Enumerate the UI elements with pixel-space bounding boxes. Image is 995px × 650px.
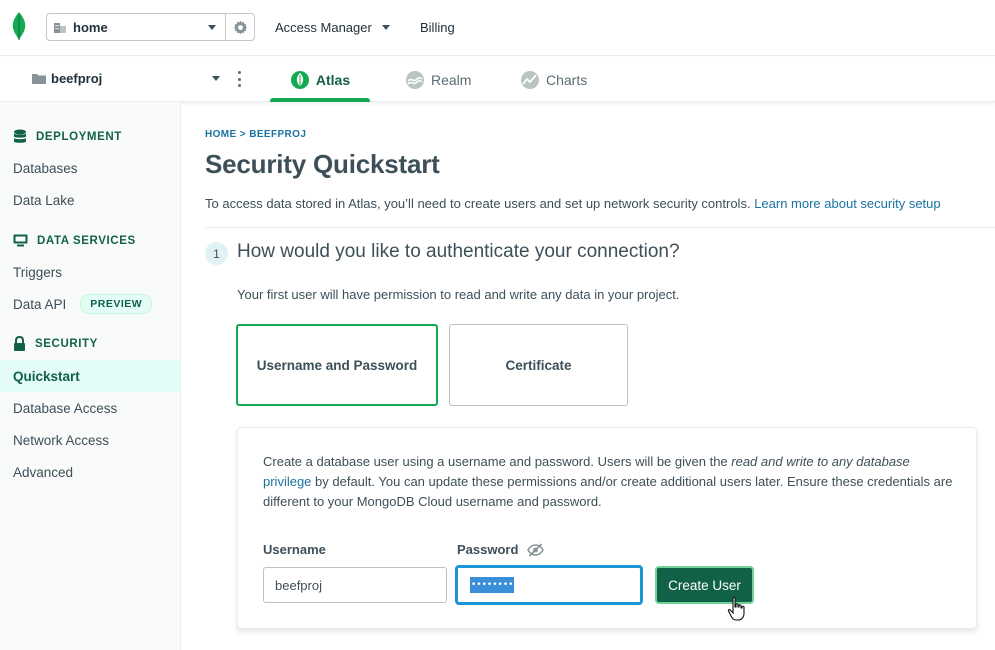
intro-text: To access data stored in Atlas, you’ll n… bbox=[205, 196, 941, 211]
sidebar-item-label: Data API bbox=[13, 296, 67, 312]
sidebar-item-label: Data Lake bbox=[13, 192, 75, 208]
card-description: Create a database user using a username … bbox=[263, 452, 963, 512]
project-select[interactable]: beefproj bbox=[32, 71, 220, 86]
tab-realm[interactable]: Realm bbox=[405, 57, 471, 102]
organization-select[interactable]: home bbox=[46, 13, 226, 41]
sidebar-item-databases[interactable]: Databases bbox=[0, 152, 180, 184]
sidebar: DEPLOYMENT Databases Data Lake DATA SERV… bbox=[0, 102, 181, 650]
chevron-down-icon bbox=[208, 24, 216, 30]
step-subtext: Your first user will have permission to … bbox=[237, 287, 680, 302]
username-label: Username bbox=[263, 542, 326, 557]
sidebar-item-label: Network Access bbox=[13, 432, 110, 448]
sidebar-section-deployment: DEPLOYMENT bbox=[13, 129, 122, 145]
auth-option-label: Certificate bbox=[505, 357, 572, 373]
password-label: Password bbox=[457, 542, 545, 557]
auth-option-certificate[interactable]: Certificate bbox=[449, 324, 628, 406]
lock-icon bbox=[14, 336, 25, 351]
card-text-emphasis: read and write to any database bbox=[731, 454, 910, 469]
access-manager-menu[interactable]: Access Manager bbox=[275, 20, 390, 35]
username-field[interactable] bbox=[263, 567, 447, 603]
card-text-part: by default. You can update these permiss… bbox=[263, 474, 953, 509]
section-title: DEPLOYMENT bbox=[36, 131, 122, 143]
auth-option-username-password[interactable]: Username and Password bbox=[236, 324, 438, 406]
charts-icon bbox=[521, 70, 539, 89]
sidebar-item-triggers[interactable]: Triggers bbox=[0, 256, 180, 288]
building-icon bbox=[54, 23, 66, 33]
sidebar-item-advanced[interactable]: Advanced bbox=[0, 456, 180, 488]
sidebar-item-label: Triggers bbox=[13, 264, 63, 280]
project-options-icon[interactable] bbox=[238, 71, 242, 87]
sidebar-section-data-services: DATA SERVICES bbox=[13, 234, 136, 247]
password-label-text: Password bbox=[457, 542, 519, 557]
tab-charts-label: Charts bbox=[546, 71, 588, 88]
breadcrumb[interactable]: HOME > BEEFPROJ bbox=[205, 129, 306, 140]
hand-cursor-icon bbox=[727, 596, 745, 621]
section-title: SECURITY bbox=[35, 338, 98, 350]
tab-charts[interactable]: Charts bbox=[520, 57, 587, 102]
sidebar-item-label: Databases bbox=[13, 160, 78, 176]
services-icon bbox=[13, 234, 28, 247]
access-manager-label: Access Manager bbox=[275, 20, 372, 35]
eye-slash-icon[interactable] bbox=[527, 542, 545, 557]
divider bbox=[205, 227, 995, 228]
project-name: beefproj bbox=[51, 71, 103, 86]
chevron-down-icon bbox=[381, 25, 390, 30]
top-bar: home Access Manager Billing bbox=[0, 0, 995, 56]
section-title: DATA SERVICES bbox=[37, 234, 136, 247]
sidebar-item-data-api[interactable]: Data API PREVIEW bbox=[0, 288, 180, 320]
auth-option-label: Username and Password bbox=[256, 357, 418, 373]
billing-link[interactable]: Billing bbox=[420, 20, 455, 35]
step-question: How would you like to authenticate your … bbox=[237, 241, 680, 262]
realm-icon bbox=[406, 70, 424, 89]
sidebar-item-label: Database Access bbox=[13, 400, 118, 416]
password-field[interactable]: •••••••• bbox=[455, 565, 643, 605]
step-number-badge: 1 bbox=[205, 242, 228, 265]
organization-settings-button[interactable] bbox=[225, 13, 255, 41]
sidebar-item-label: Advanced bbox=[13, 464, 74, 480]
sidebar-item-quickstart[interactable]: Quickstart bbox=[0, 360, 180, 392]
card-text-part: Create a database user using a username … bbox=[263, 454, 732, 469]
sidebar-item-database-access[interactable]: Database Access bbox=[0, 392, 180, 424]
sidebar-item-data-lake[interactable]: Data Lake bbox=[0, 184, 180, 216]
database-icon bbox=[14, 129, 26, 143]
gear-icon bbox=[233, 20, 247, 34]
preview-badge: PREVIEW bbox=[80, 294, 153, 314]
organization-name: home bbox=[73, 19, 108, 35]
mongodb-leaf-logo[interactable] bbox=[11, 11, 27, 41]
sidebar-section-security: SECURITY bbox=[13, 336, 98, 352]
sidebar-item-network-access[interactable]: Network Access bbox=[0, 424, 180, 456]
folder-icon bbox=[32, 74, 46, 84]
password-mask: •••••••• bbox=[470, 577, 515, 593]
security-setup-link[interactable]: Learn more about security setup bbox=[754, 196, 940, 211]
username-label-text: Username bbox=[263, 542, 326, 557]
tab-realm-label: Realm bbox=[431, 71, 472, 88]
privilege-link[interactable]: privilege bbox=[263, 474, 311, 489]
project-bar: beefproj Atlas Realm Charts bbox=[0, 57, 995, 102]
atlas-icon bbox=[290, 70, 309, 89]
tab-atlas-label: Atlas bbox=[315, 71, 351, 88]
intro-text-body: To access data stored in Atlas, you’ll n… bbox=[205, 196, 755, 211]
page-title: Security Quickstart bbox=[205, 149, 440, 179]
chevron-down-icon bbox=[212, 76, 220, 81]
tab-atlas[interactable]: Atlas bbox=[270, 57, 370, 102]
create-user-button-label: Create User bbox=[668, 577, 741, 593]
billing-label: Billing bbox=[420, 20, 455, 35]
sidebar-item-label: Quickstart bbox=[13, 368, 80, 384]
